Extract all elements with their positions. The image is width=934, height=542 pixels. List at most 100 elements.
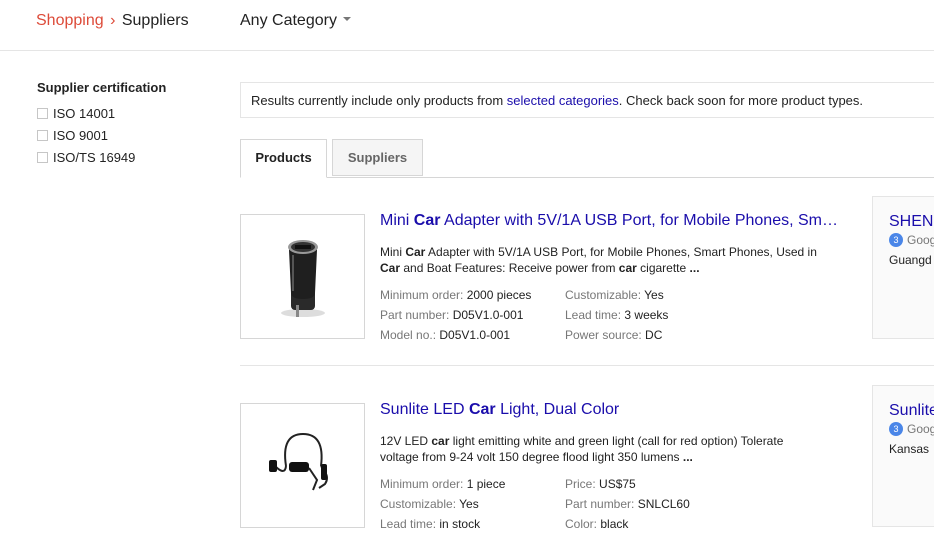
attr-lead-time: Lead time: 3 weeks (565, 305, 668, 325)
attr-value: Yes (644, 288, 664, 302)
attr-key: Minimum order: (380, 288, 464, 302)
filter-option-label: ISO 14001 (53, 105, 116, 121)
desc-highlight: car (618, 261, 637, 275)
attr-value: DC (645, 328, 663, 342)
attr-key: Customizable: (380, 497, 457, 511)
desc-ellipsis: ... (689, 261, 700, 275)
supplier-name-link[interactable]: SHEN (889, 213, 934, 231)
supplier-location: Kansas (889, 442, 930, 456)
category-label: Any Category (240, 12, 337, 29)
product-image[interactable] (240, 403, 365, 528)
desc-text: 12V LED (380, 434, 432, 448)
attr-value: 3 weeks (624, 308, 669, 322)
attr-part-number: Part number: SNLCL60 (565, 494, 690, 514)
filter-option-iso-ts-16949[interactable]: ISO/TS 16949 (37, 146, 166, 168)
attr-minimum-order: Minimum order: 2000 pieces (380, 285, 531, 305)
tab-products[interactable]: Products (240, 139, 327, 178)
attr-key: Part number: (565, 497, 635, 511)
desc-highlight: Car (405, 245, 426, 259)
attr-key: Power source: (565, 328, 642, 342)
product-title-link[interactable]: Sunlite LED Car Light, Dual Color (380, 401, 840, 419)
attr-price: Price: US$75 (565, 474, 636, 494)
attr-value: US$75 (599, 477, 636, 491)
checkbox[interactable] (37, 129, 48, 141)
title-highlight: Car (468, 401, 496, 418)
checkbox[interactable] (37, 107, 48, 119)
result-divider (240, 365, 934, 366)
attr-key: Lead time: (380, 517, 437, 531)
title-text: Light, Dual Color (495, 401, 620, 418)
attr-value: SNLCL60 (637, 497, 690, 511)
tab-suppliers[interactable]: Suppliers (332, 139, 423, 176)
car-adapter-image (281, 240, 325, 317)
attr-key: Model no.: (380, 328, 437, 342)
product-title-link[interactable]: Mini Car Adapter with 5V/1A USB Port, fo… (380, 212, 840, 230)
attr-customizable: Customizable: Yes (380, 494, 479, 514)
attr-customizable: Customizable: Yes (565, 285, 664, 305)
checkbox[interactable] (37, 151, 48, 163)
top-bar: Shopping › Suppliers Any Category (0, 0, 934, 51)
filter-option-label: ISO 9001 (53, 127, 108, 143)
title-text: Sunlite LED (380, 401, 469, 418)
supplier-location: Guangd (889, 253, 932, 267)
attr-key: Price: (565, 477, 596, 491)
desc-text: cigarette (636, 261, 690, 275)
attr-lead-time: Lead time: in stock (380, 514, 480, 534)
attr-model-no: Model no.: D05V1.0-001 (380, 325, 510, 345)
desc-text: Adapter with 5V/1A USB Port, for Mobile … (425, 245, 817, 259)
attr-key: Customizable: (565, 288, 642, 302)
car-light-image (269, 432, 328, 491)
title-text: Mini (380, 212, 414, 229)
breadcrumb: Shopping › Suppliers (36, 12, 189, 30)
filter-option-iso-9001[interactable]: ISO 9001 (37, 124, 166, 146)
attr-color: Color: black (565, 514, 628, 534)
results-notice: Results currently include only products … (240, 82, 934, 118)
selected-categories-link[interactable]: selected categories (507, 93, 619, 108)
badge-icon: 3 (889, 233, 903, 247)
product-description: Mini Car Adapter with 5V/1A USB Port, fo… (380, 244, 820, 276)
supplier-card: SHEN 3 Goog Guangd (872, 196, 934, 339)
attr-value: 2000 pieces (466, 288, 532, 302)
desc-ellipsis: ... (682, 450, 693, 464)
breadcrumb-shopping-link[interactable]: Shopping (36, 12, 104, 29)
title-text: Adapter with 5V/1A USB Port, for Mobile … (440, 212, 838, 229)
attr-value: 1 piece (466, 477, 506, 491)
attr-power-source: Power source: DC (565, 325, 662, 345)
desc-text: Mini (380, 245, 406, 259)
filter-option-iso-14001[interactable]: ISO 14001 (37, 102, 166, 124)
attr-value: D05V1.0-001 (439, 328, 511, 342)
filter-option-label: ISO/TS 16949 (53, 149, 136, 165)
notice-text-before: Results currently include only products … (251, 93, 507, 108)
product-description: 12V LED car light emitting white and gre… (380, 433, 820, 465)
notice-text-after: . Check back soon for more product types… (618, 93, 864, 108)
filter-title: Supplier certification (37, 80, 167, 95)
attr-key: Color: (565, 517, 598, 531)
chevron-down-icon (342, 16, 351, 21)
attr-key: Part number: (380, 308, 450, 322)
supplier-card: Sunlite 3 Goog Kansas (872, 385, 934, 527)
attr-value: D05V1.0-001 (452, 308, 524, 322)
attr-key: Minimum order: (380, 477, 464, 491)
product-image[interactable] (240, 214, 365, 339)
desc-text: and Boat Features: Receive power from (400, 261, 619, 275)
supplier-badge: 3 Goog (889, 233, 934, 247)
attr-minimum-order: Minimum order: 1 piece (380, 474, 505, 494)
result-tabs: Products Suppliers (240, 139, 934, 178)
supplier-certification-filter: Supplier certification ISO 14001 ISO 900… (37, 80, 166, 168)
desc-highlight: Car (380, 261, 401, 275)
attr-value: black (600, 517, 629, 531)
breadcrumb-separator: › (110, 12, 116, 29)
attr-part-number: Part number: D05V1.0-001 (380, 305, 523, 325)
supplier-name-link[interactable]: Sunlite (889, 402, 934, 420)
desc-highlight: car (431, 434, 450, 448)
category-dropdown[interactable]: Any Category (240, 12, 351, 30)
badge-icon: 3 (889, 422, 903, 436)
attr-key: Lead time: (565, 308, 622, 322)
supplier-badge: 3 Goog (889, 422, 934, 436)
title-highlight: Car (413, 212, 441, 229)
badge-label: Goog (907, 233, 934, 247)
attr-value: in stock (439, 517, 481, 531)
badge-label: Goog (907, 422, 934, 436)
attr-value: Yes (459, 497, 479, 511)
breadcrumb-current: Suppliers (121, 12, 189, 29)
